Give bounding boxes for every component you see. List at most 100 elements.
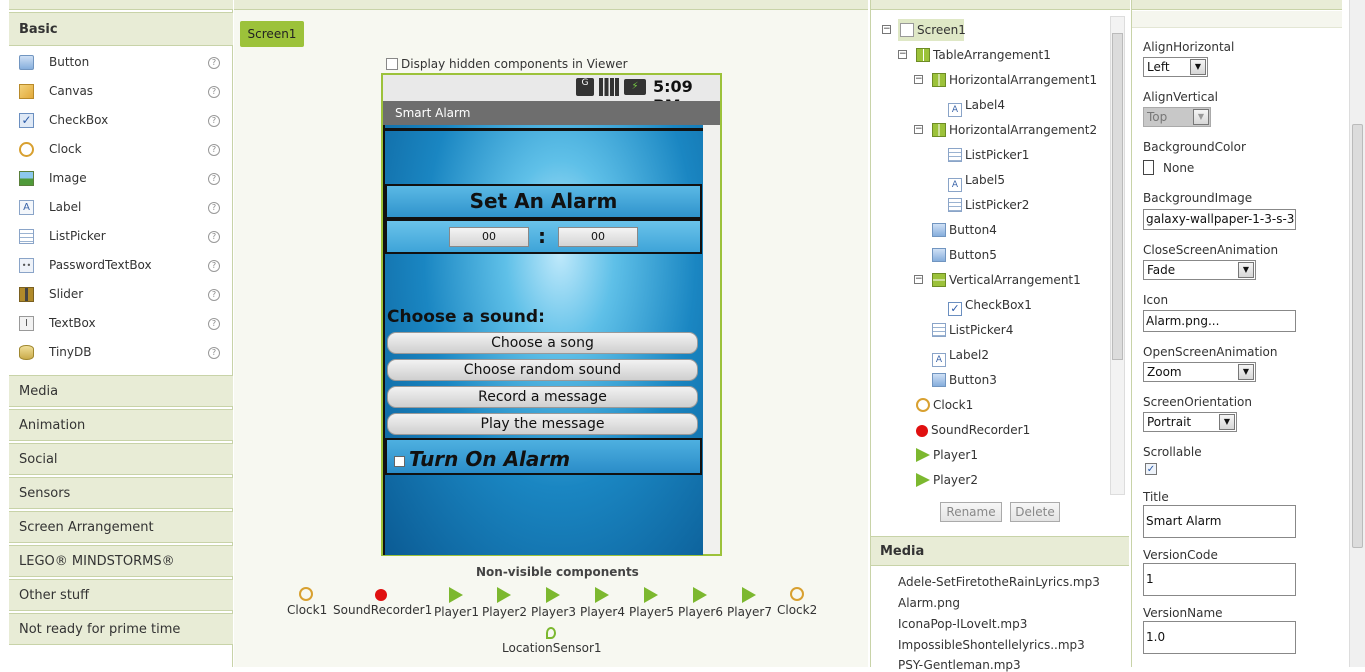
media-file[interactable]: IconaPop-ILoveIt.mp3: [898, 617, 1027, 631]
palette-item-passwordtextbox[interactable]: •• PasswordTextBox ?: [19, 251, 225, 280]
nonvisible-player2[interactable]: Player2: [482, 587, 527, 619]
palette-category-other[interactable]: Other stuff: [9, 579, 233, 611]
palette-category-sensors[interactable]: Sensors: [9, 477, 233, 509]
tree-item-screen1[interactable]: Screen1: [900, 20, 966, 40]
screen-orientation-select[interactable]: Portrait ▼: [1143, 412, 1237, 432]
delete-button[interactable]: Delete: [1010, 502, 1060, 522]
collapse-icon[interactable]: −: [914, 75, 923, 84]
tree-item-checkbox1[interactable]: ✓ CheckBox1: [948, 295, 1032, 316]
nonvisible-player6[interactable]: Player6: [678, 587, 723, 619]
nonvisible-clock2[interactable]: Clock2: [777, 587, 817, 617]
tree-item-listpicker1[interactable]: ListPicker1: [948, 145, 1029, 165]
nonvisible-player7[interactable]: Player7: [727, 587, 772, 619]
display-hidden-checkbox[interactable]: [386, 58, 398, 70]
palette-category-lego[interactable]: LEGO® MINDSTORMS®: [9, 545, 233, 577]
palette-category-not-ready[interactable]: Not ready for prime time: [9, 613, 233, 645]
help-icon[interactable]: ?: [208, 173, 220, 185]
palette-item-clock[interactable]: Clock ?: [19, 135, 225, 164]
choose-random-sound-button[interactable]: Choose random sound: [387, 359, 698, 381]
help-icon[interactable]: ?: [208, 115, 220, 127]
help-icon[interactable]: ?: [208, 86, 220, 98]
title-field[interactable]: Smart Alarm: [1143, 505, 1296, 538]
palette-item-listpicker[interactable]: ListPicker ?: [19, 222, 225, 251]
help-icon[interactable]: ?: [208, 318, 220, 330]
collapse-icon[interactable]: −: [914, 275, 923, 284]
record-message-button[interactable]: Record a message: [387, 386, 698, 408]
collapse-icon[interactable]: −: [914, 125, 923, 134]
palette-item-tinydb[interactable]: TinyDB ?: [19, 338, 225, 367]
tree-item-listpicker4[interactable]: ListPicker4: [932, 320, 1013, 340]
turn-on-alarm-row[interactable]: Turn On Alarm: [385, 438, 702, 475]
media-file[interactable]: ImpossibleShontellelyrics..mp3: [898, 638, 1085, 652]
tree-item-button4[interactable]: Button4: [932, 220, 997, 240]
palette-item-checkbox[interactable]: ✓ CheckBox ?: [19, 106, 225, 135]
align-horizontal-select[interactable]: Left ▼: [1143, 57, 1208, 77]
nonvisible-soundrecorder1[interactable]: SoundRecorder1: [333, 587, 432, 617]
version-code-field[interactable]: 1: [1143, 563, 1296, 596]
play-message-button[interactable]: Play the message: [387, 413, 698, 435]
choose-song-button[interactable]: Choose a song: [387, 332, 698, 354]
version-name-field[interactable]: 1.0: [1143, 621, 1296, 654]
tree-item-horizontalarrangement2[interactable]: HorizontalArrangement2: [932, 120, 1097, 140]
media-file[interactable]: PSY-Gentleman.mp3: [898, 658, 1021, 672]
tree-item-listpicker2[interactable]: ListPicker2: [948, 195, 1029, 215]
tree-item-player2[interactable]: Player2: [916, 470, 978, 490]
tree-item-button3[interactable]: Button3: [932, 370, 997, 390]
tree-scrollbar[interactable]: [1110, 16, 1125, 495]
palette-category-social[interactable]: Social: [9, 443, 233, 475]
display-hidden-toggle[interactable]: Display hidden components in Viewer: [386, 57, 628, 71]
help-icon[interactable]: ?: [208, 347, 220, 359]
turn-on-alarm-checkbox[interactable]: [394, 456, 405, 467]
tree-item-horizontalarrangement1[interactable]: HorizontalArrangement1: [932, 70, 1097, 90]
tree-item-clock1[interactable]: Clock1: [916, 395, 973, 415]
page-scrollbar-thumb[interactable]: [1352, 124, 1363, 548]
palette-item-image[interactable]: Image ?: [19, 164, 225, 193]
palette-item-textbox[interactable]: I TextBox ?: [19, 309, 225, 338]
screen1-tab[interactable]: Screen1: [240, 21, 304, 47]
nonvisible-player5[interactable]: Player5: [629, 587, 674, 619]
collapse-icon[interactable]: −: [882, 25, 891, 34]
scrollable-checkbox[interactable]: ✓: [1145, 463, 1157, 475]
tree-item-player1[interactable]: Player1: [916, 445, 978, 465]
page-scrollbar[interactable]: [1349, 0, 1365, 667]
help-icon[interactable]: ?: [208, 231, 220, 243]
tree-item-tablearrangement1[interactable]: TableArrangement1: [916, 45, 1051, 65]
media-file[interactable]: Adele-SetFiretotheRainLyrics.mp3: [898, 575, 1100, 589]
palette-category-basic[interactable]: Basic: [9, 12, 233, 46]
nonvisible-clock1[interactable]: Clock1: [287, 587, 327, 617]
help-icon[interactable]: ?: [208, 57, 220, 69]
collapse-icon[interactable]: −: [898, 50, 907, 59]
background-image-field[interactable]: galaxy-wallpaper-1-3-s-307: [1143, 209, 1296, 230]
palette-category-media[interactable]: Media: [9, 375, 233, 407]
close-animation-select[interactable]: Fade ▼: [1143, 260, 1256, 280]
nonvisible-player1[interactable]: Player1: [434, 587, 479, 619]
tree-item-label4[interactable]: A Label4: [948, 95, 1005, 117]
background-color-swatch[interactable]: [1143, 160, 1154, 175]
tree-item-verticalarrangement1[interactable]: VerticalArrangement1: [932, 270, 1081, 290]
palette-category-screen-arrangement[interactable]: Screen Arrangement: [9, 511, 233, 543]
tree-item-button5[interactable]: Button5: [932, 245, 997, 265]
minute-picker[interactable]: 00: [558, 227, 638, 247]
help-icon[interactable]: ?: [208, 289, 220, 301]
nonvisible-player4[interactable]: Player4: [580, 587, 625, 619]
palette-item-label[interactable]: A Label ?: [19, 193, 225, 222]
help-icon[interactable]: ?: [208, 202, 220, 214]
tree-item-soundrecorder1[interactable]: SoundRecorder1: [916, 420, 1030, 440]
rename-button[interactable]: Rename: [940, 502, 1002, 522]
palette-category-animation[interactable]: Animation: [9, 409, 233, 441]
media-file[interactable]: Alarm.png: [898, 596, 960, 610]
icon-field[interactable]: Alarm.png...: [1143, 310, 1296, 332]
nonvisible-locationsensor1[interactable]: LocationSensor1: [502, 625, 602, 655]
palette-item-canvas[interactable]: Canvas ?: [19, 77, 225, 106]
tree-item-label2[interactable]: A Label2: [932, 345, 989, 367]
hour-picker[interactable]: 00: [449, 227, 529, 247]
palette-item-slider[interactable]: Slider ?: [19, 280, 225, 309]
help-icon[interactable]: ?: [208, 144, 220, 156]
tree-item-label5[interactable]: A Label5: [948, 170, 1005, 192]
palette-item-button[interactable]: Button ?: [19, 48, 225, 77]
tree-scrollbar-thumb[interactable]: [1112, 33, 1123, 360]
open-animation-select[interactable]: Zoom ▼: [1143, 362, 1256, 382]
help-icon[interactable]: ?: [208, 260, 220, 272]
nonvisible-player3[interactable]: Player3: [531, 587, 576, 619]
background-color-value[interactable]: None: [1163, 161, 1194, 175]
